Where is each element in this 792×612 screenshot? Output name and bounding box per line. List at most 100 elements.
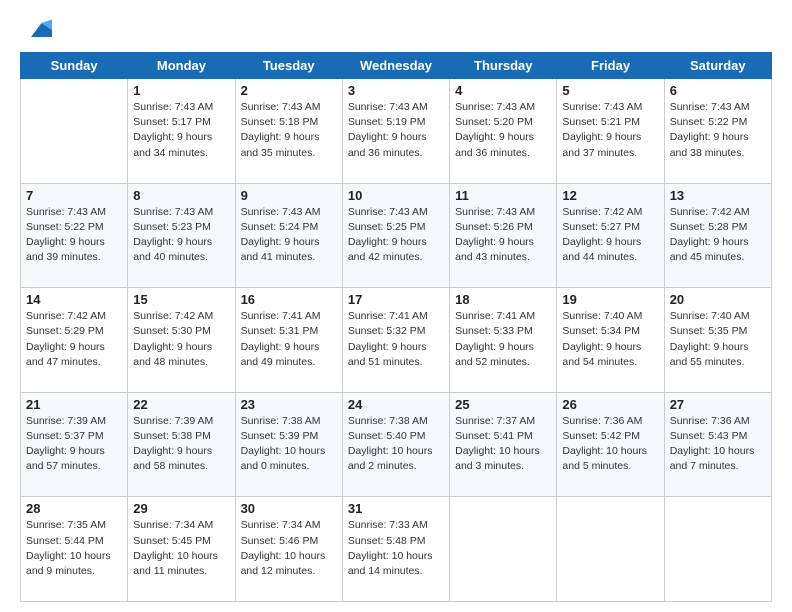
cell-info: Sunrise: 7:43 AM Sunset: 5:24 PM Dayligh… (241, 205, 337, 266)
calendar-cell: 15Sunrise: 7:42 AM Sunset: 5:30 PM Dayli… (128, 288, 235, 393)
day-number: 30 (241, 501, 337, 516)
calendar-cell: 22 Sunrise: 7:39 AM Sunset: 5:38 PM Dayli… (128, 392, 235, 497)
day-number: 19 (562, 292, 658, 307)
calendar-cell: 14Sunrise: 7:42 AM Sunset: 5:29 PM Dayli… (21, 288, 128, 393)
calendar-cell: 12 Sunrise: 7:42 AM Sunset: 5:27 PM Dayli… (557, 183, 664, 288)
cell-info: Sunrise: 7:39 AM Sunset: 5:37 PM Dayligh… (26, 414, 122, 475)
day-header-friday: Friday (557, 53, 664, 79)
calendar-cell: 29 Sunrise: 7:34 AM Sunset: 5:45 PM Dayli… (128, 497, 235, 602)
calendar-cell: 2Sunrise: 7:43 AM Sunset: 5:18 PM Daylig… (235, 79, 342, 184)
calendar-cell: 11 Sunrise: 7:43 AM Sunset: 5:26 PM Dayli… (450, 183, 557, 288)
day-number: 6 (670, 83, 766, 98)
cell-info: Sunrise: 7:41 AM Sunset: 5:31 PM Dayligh… (241, 309, 337, 370)
cell-info: Sunrise: 7:34 AM Sunset: 5:46 PM Dayligh… (241, 518, 337, 579)
week-row-3: 14Sunrise: 7:42 AM Sunset: 5:29 PM Dayli… (21, 288, 772, 393)
day-number: 11 (455, 188, 551, 203)
day-number: 25 (455, 397, 551, 412)
calendar-table: SundayMondayTuesdayWednesdayThursdayFrid… (20, 52, 772, 602)
calendar-cell: 24 Sunrise: 7:38 AM Sunset: 5:40 PM Dayli… (342, 392, 449, 497)
logo-icon (24, 16, 52, 44)
calendar-cell: 3 Sunrise: 7:43 AM Sunset: 5:19 PM Daylig… (342, 79, 449, 184)
day-number: 21 (26, 397, 122, 412)
cell-info: Sunrise: 7:43 AM Sunset: 5:17 PM Dayligh… (133, 100, 229, 161)
cell-info: Sunrise: 7:41 AM Sunset: 5:32 PM Dayligh… (348, 309, 444, 370)
day-header-thursday: Thursday (450, 53, 557, 79)
calendar-cell: 23 Sunrise: 7:38 AM Sunset: 5:39 PM Dayli… (235, 392, 342, 497)
calendar-body: 1 Sunrise: 7:43 AM Sunset: 5:17 PM Daylig… (21, 79, 772, 602)
day-number: 9 (241, 188, 337, 203)
cell-info: Sunrise: 7:37 AM Sunset: 5:41 PM Dayligh… (455, 414, 551, 475)
calendar-cell: 20 Sunrise: 7:40 AM Sunset: 5:35 PM Dayli… (664, 288, 771, 393)
day-number: 29 (133, 501, 229, 516)
cell-info: Sunrise: 7:42 AM Sunset: 5:27 PM Dayligh… (562, 205, 658, 266)
week-row-1: 1 Sunrise: 7:43 AM Sunset: 5:17 PM Daylig… (21, 79, 772, 184)
day-number: 17 (348, 292, 444, 307)
day-number: 3 (348, 83, 444, 98)
day-number: 1 (133, 83, 229, 98)
cell-info: Sunrise: 7:42 AM Sunset: 5:30 PM Dayligh… (133, 309, 229, 370)
calendar-cell (450, 497, 557, 602)
day-number: 5 (562, 83, 658, 98)
page: SundayMondayTuesdayWednesdayThursdayFrid… (0, 0, 792, 612)
day-number: 22 (133, 397, 229, 412)
cell-info: Sunrise: 7:43 AM Sunset: 5:22 PM Dayligh… (670, 100, 766, 161)
day-number: 23 (241, 397, 337, 412)
cell-info: Sunrise: 7:40 AM Sunset: 5:35 PM Dayligh… (670, 309, 766, 370)
week-row-4: 21 Sunrise: 7:39 AM Sunset: 5:37 PM Dayli… (21, 392, 772, 497)
calendar-cell: 26 Sunrise: 7:36 AM Sunset: 5:42 PM Dayli… (557, 392, 664, 497)
calendar-cell (664, 497, 771, 602)
header (20, 16, 772, 44)
week-row-2: 7 Sunrise: 7:43 AM Sunset: 5:22 PM Daylig… (21, 183, 772, 288)
day-header-monday: Monday (128, 53, 235, 79)
cell-info: Sunrise: 7:40 AM Sunset: 5:34 PM Dayligh… (562, 309, 658, 370)
calendar-cell: 31 Sunrise: 7:33 AM Sunset: 5:48 PM Dayli… (342, 497, 449, 602)
cell-info: Sunrise: 7:41 AM Sunset: 5:33 PM Dayligh… (455, 309, 551, 370)
cell-info: Sunrise: 7:43 AM Sunset: 5:21 PM Dayligh… (562, 100, 658, 161)
cell-info: Sunrise: 7:43 AM Sunset: 5:19 PM Dayligh… (348, 100, 444, 161)
calendar-cell: 25 Sunrise: 7:37 AM Sunset: 5:41 PM Dayli… (450, 392, 557, 497)
cell-info: Sunrise: 7:43 AM Sunset: 5:22 PM Dayligh… (26, 205, 122, 266)
day-number: 12 (562, 188, 658, 203)
cell-info: Sunrise: 7:43 AM Sunset: 5:25 PM Dayligh… (348, 205, 444, 266)
calendar-cell (21, 79, 128, 184)
cell-info: Sunrise: 7:38 AM Sunset: 5:39 PM Dayligh… (241, 414, 337, 475)
day-number: 26 (562, 397, 658, 412)
cell-info: Sunrise: 7:43 AM Sunset: 5:26 PM Dayligh… (455, 205, 551, 266)
day-number: 7 (26, 188, 122, 203)
cell-info: Sunrise: 7:38 AM Sunset: 5:40 PM Dayligh… (348, 414, 444, 475)
calendar-cell: 18 Sunrise: 7:41 AM Sunset: 5:33 PM Dayli… (450, 288, 557, 393)
days-of-week-row: SundayMondayTuesdayWednesdayThursdayFrid… (21, 53, 772, 79)
day-header-saturday: Saturday (664, 53, 771, 79)
calendar-cell: 4 Sunrise: 7:43 AM Sunset: 5:20 PM Daylig… (450, 79, 557, 184)
day-number: 10 (348, 188, 444, 203)
day-number: 14 (26, 292, 122, 307)
calendar-cell: 9 Sunrise: 7:43 AM Sunset: 5:24 PM Daylig… (235, 183, 342, 288)
day-number: 27 (670, 397, 766, 412)
logo (20, 16, 52, 44)
day-number: 24 (348, 397, 444, 412)
cell-info: Sunrise: 7:42 AM Sunset: 5:28 PM Dayligh… (670, 205, 766, 266)
cell-info: Sunrise: 7:36 AM Sunset: 5:42 PM Dayligh… (562, 414, 658, 475)
day-number: 16 (241, 292, 337, 307)
week-row-5: 28Sunrise: 7:35 AM Sunset: 5:44 PM Dayli… (21, 497, 772, 602)
day-number: 4 (455, 83, 551, 98)
day-number: 28 (26, 501, 122, 516)
day-header-sunday: Sunday (21, 53, 128, 79)
day-number: 13 (670, 188, 766, 203)
cell-info: Sunrise: 7:43 AM Sunset: 5:20 PM Dayligh… (455, 100, 551, 161)
cell-info: Sunrise: 7:33 AM Sunset: 5:48 PM Dayligh… (348, 518, 444, 579)
calendar-cell: 19 Sunrise: 7:40 AM Sunset: 5:34 PM Dayli… (557, 288, 664, 393)
cell-info: Sunrise: 7:43 AM Sunset: 5:18 PM Dayligh… (241, 100, 337, 161)
calendar-cell: 8Sunrise: 7:43 AM Sunset: 5:23 PM Daylig… (128, 183, 235, 288)
calendar-cell: 30 Sunrise: 7:34 AM Sunset: 5:46 PM Dayli… (235, 497, 342, 602)
calendar-cell: 17 Sunrise: 7:41 AM Sunset: 5:32 PM Dayli… (342, 288, 449, 393)
cell-info: Sunrise: 7:43 AM Sunset: 5:23 PM Dayligh… (133, 205, 229, 266)
calendar-cell: 13 Sunrise: 7:42 AM Sunset: 5:28 PM Dayli… (664, 183, 771, 288)
day-number: 20 (670, 292, 766, 307)
calendar-cell: 5 Sunrise: 7:43 AM Sunset: 5:21 PM Daylig… (557, 79, 664, 184)
cell-info: Sunrise: 7:39 AM Sunset: 5:38 PM Dayligh… (133, 414, 229, 475)
cell-info: Sunrise: 7:34 AM Sunset: 5:45 PM Dayligh… (133, 518, 229, 579)
day-number: 31 (348, 501, 444, 516)
cell-info: Sunrise: 7:36 AM Sunset: 5:43 PM Dayligh… (670, 414, 766, 475)
day-number: 18 (455, 292, 551, 307)
